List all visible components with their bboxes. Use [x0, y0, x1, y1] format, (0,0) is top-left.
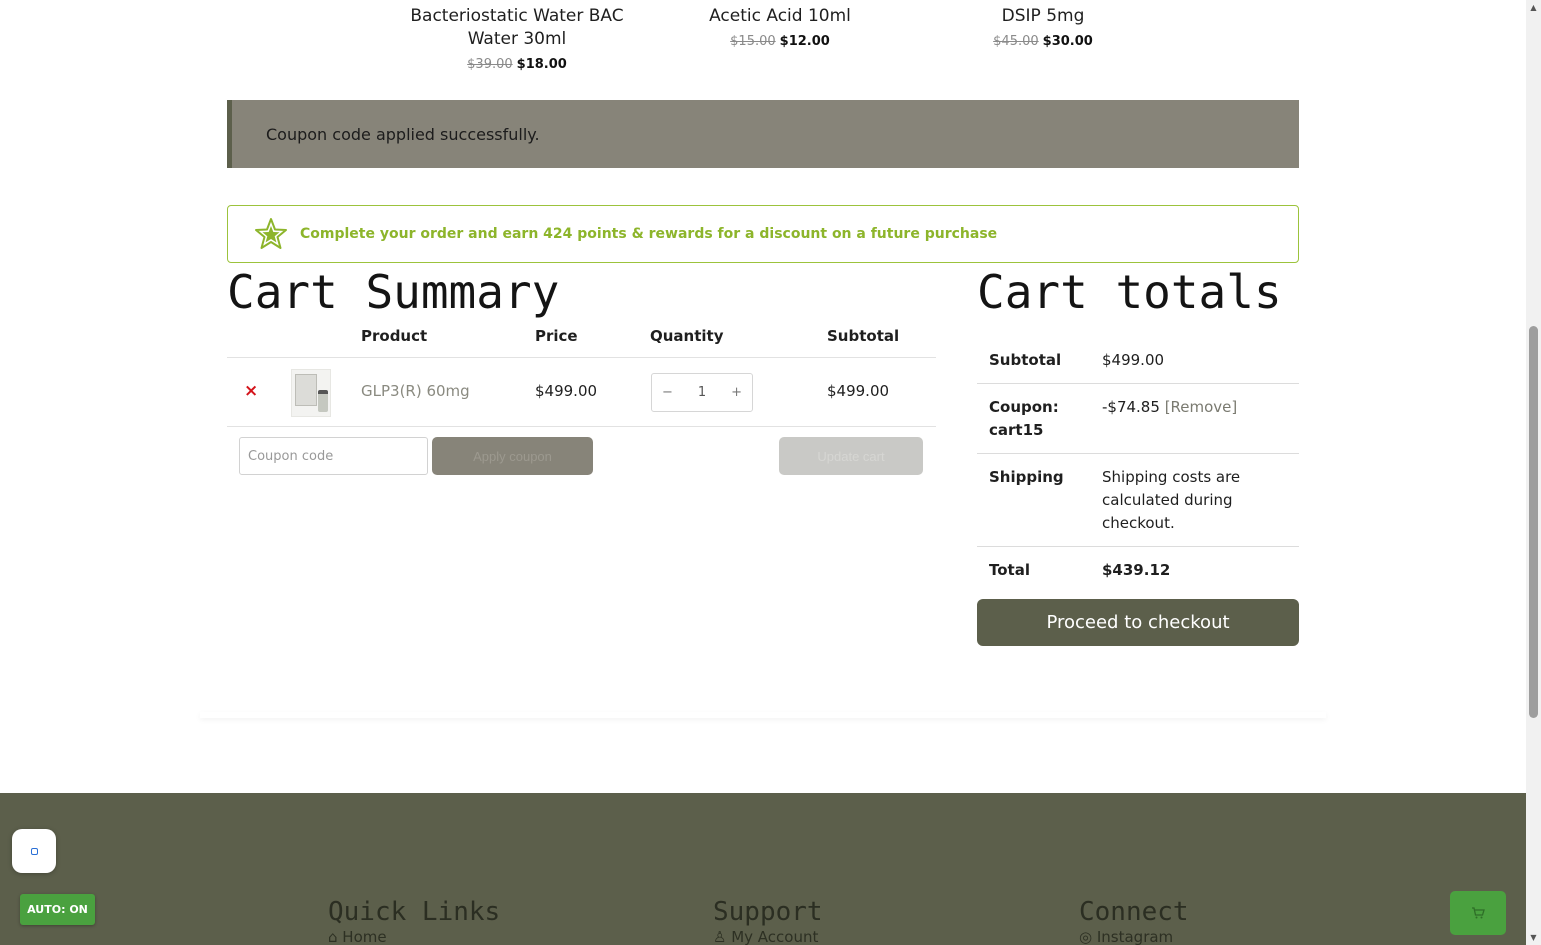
- sale-price: $12.00: [779, 34, 830, 49]
- sale-price: $30.00: [1042, 34, 1093, 49]
- totals-total-row: Total $439.12: [977, 547, 1299, 593]
- subtotal-label: Subtotal: [989, 351, 1062, 369]
- header-subtotal: Subtotal: [827, 327, 900, 345]
- header-quantity: Quantity: [650, 327, 724, 345]
- update-cart-button[interactable]: Update cart: [779, 437, 923, 475]
- scrollbar-thumb[interactable]: [1529, 326, 1538, 718]
- footer-quick-links-title: Quick Links: [328, 897, 501, 927]
- footer-link-home[interactable]: ⌂ Home: [328, 928, 500, 945]
- scroll-down-arrow-icon[interactable]: ▼: [1529, 933, 1538, 942]
- cart-summary-title: Cart Summary: [227, 265, 560, 319]
- old-price: $45.00: [993, 34, 1039, 49]
- subtotal-value: $499.00: [1102, 351, 1165, 369]
- coupon-value-cell: -$74.85 [Remove]: [1102, 396, 1299, 442]
- footer-link-instagram[interactable]: ◎ Instagram: [1079, 928, 1189, 945]
- related-product-name[interactable]: Acetic Acid 10ml: [680, 5, 880, 28]
- product-price: $499.00: [535, 382, 598, 400]
- apply-coupon-button[interactable]: Apply coupon: [432, 437, 593, 475]
- floating-cart-button[interactable]: [1450, 891, 1506, 935]
- cart-icon: [1472, 907, 1485, 919]
- coupon-label: Coupon: cart15: [989, 398, 1059, 439]
- related-product-price: $45.00 $30.00: [963, 34, 1123, 49]
- quantity-stepper: − 1 +: [651, 373, 753, 412]
- footer-support-title: Support: [713, 897, 823, 927]
- points-banner-text: Complete your order and earn 424 points …: [300, 226, 998, 242]
- cart-table: Product Price Quantity Subtotal × GLP3(R…: [227, 318, 936, 485]
- product-box-image: [295, 374, 317, 406]
- totals-coupon-row: Coupon: cart15 -$74.85 [Remove]: [977, 384, 1299, 454]
- remove-coupon-link[interactable]: [Remove]: [1165, 398, 1238, 416]
- totals-shipping-row: Shipping Shipping costs are calculated d…: [977, 454, 1299, 547]
- related-product-card[interactable]: Acetic Acid 10ml $15.00 $12.00: [680, 5, 880, 49]
- remove-item-button[interactable]: ×: [244, 381, 258, 401]
- sale-price: $18.00: [516, 57, 567, 72]
- qty-plus-button[interactable]: +: [731, 385, 742, 400]
- related-product-card[interactable]: DSIP 5mg $45.00 $30.00: [963, 5, 1123, 49]
- coupon-code-input[interactable]: [239, 437, 428, 475]
- auto-toggle-button[interactable]: AUTO: ON: [20, 894, 95, 925]
- header-product: Product: [361, 327, 428, 345]
- related-product-name[interactable]: Bacteriostatic Water BAC Water 30ml: [397, 5, 637, 51]
- vertical-scrollbar[interactable]: ▲ ▼: [1526, 0, 1541, 945]
- header-price: Price: [535, 327, 578, 345]
- shipping-label: Shipping: [989, 468, 1064, 486]
- totals-subtotal-row: Subtotal $499.00: [977, 337, 1299, 384]
- shipping-value: Shipping costs are calculated during che…: [1102, 468, 1241, 532]
- footer-link-my-account[interactable]: ♙ My Account: [713, 928, 823, 945]
- product-vial-image: [318, 390, 328, 412]
- related-product-name[interactable]: DSIP 5mg: [963, 5, 1123, 28]
- total-label: Total: [989, 561, 1030, 579]
- footer-connect: Connect ◎ Instagram: [1079, 896, 1189, 945]
- total-value: $439.12: [1102, 561, 1171, 579]
- cart-item-row: × GLP3(R) 60mg $499.00 − 1 + $499.00: [227, 358, 936, 427]
- page: Bacteriostatic Water BAC Water 30ml $39.…: [0, 0, 1526, 945]
- product-name-link[interactable]: GLP3(R) 60mg: [361, 382, 470, 400]
- points-rewards-banner: Complete your order and earn 424 points …: [227, 205, 1299, 263]
- site-footer: Quick Links ⌂ Home Support ♙ My Account …: [0, 793, 1526, 945]
- footer-quick-links: Quick Links ⌂ Home: [328, 896, 500, 945]
- cart-totals-table: Subtotal $499.00 Coupon: cart15 -$74.85 …: [977, 337, 1299, 593]
- footer-connect-title: Connect: [1079, 897, 1189, 927]
- cart-table-header: Product Price Quantity Subtotal: [227, 318, 936, 358]
- footer-support: Support ♙ My Account: [713, 896, 823, 945]
- coupon-success-notice: Coupon code applied successfully.: [227, 100, 1299, 168]
- chat-icon: [30, 847, 38, 855]
- cart-actions: Apply coupon Update cart: [227, 427, 936, 485]
- qty-input[interactable]: 1: [698, 385, 706, 400]
- coupon-discount: -$74.85: [1102, 398, 1160, 416]
- proceed-to-checkout-button[interactable]: Proceed to checkout: [977, 599, 1299, 646]
- old-price: $39.00: [467, 57, 513, 72]
- related-products: Bacteriostatic Water BAC Water 30ml $39.…: [0, 0, 1526, 90]
- related-product-card[interactable]: Bacteriostatic Water BAC Water 30ml $39.…: [397, 5, 637, 72]
- old-price: $15.00: [730, 34, 776, 49]
- related-product-price: $39.00 $18.00: [397, 57, 637, 72]
- content-divider: [200, 712, 1326, 718]
- cart-totals-title: Cart totals: [977, 265, 1282, 319]
- related-product-price: $15.00 $12.00: [680, 34, 880, 49]
- item-subtotal: $499.00: [827, 382, 890, 400]
- chat-widget-button[interactable]: [12, 829, 56, 873]
- scroll-up-arrow-icon[interactable]: ▲: [1529, 3, 1538, 12]
- product-thumbnail[interactable]: [291, 369, 331, 417]
- qty-minus-button[interactable]: −: [662, 385, 673, 400]
- star-badge-icon: [255, 218, 287, 249]
